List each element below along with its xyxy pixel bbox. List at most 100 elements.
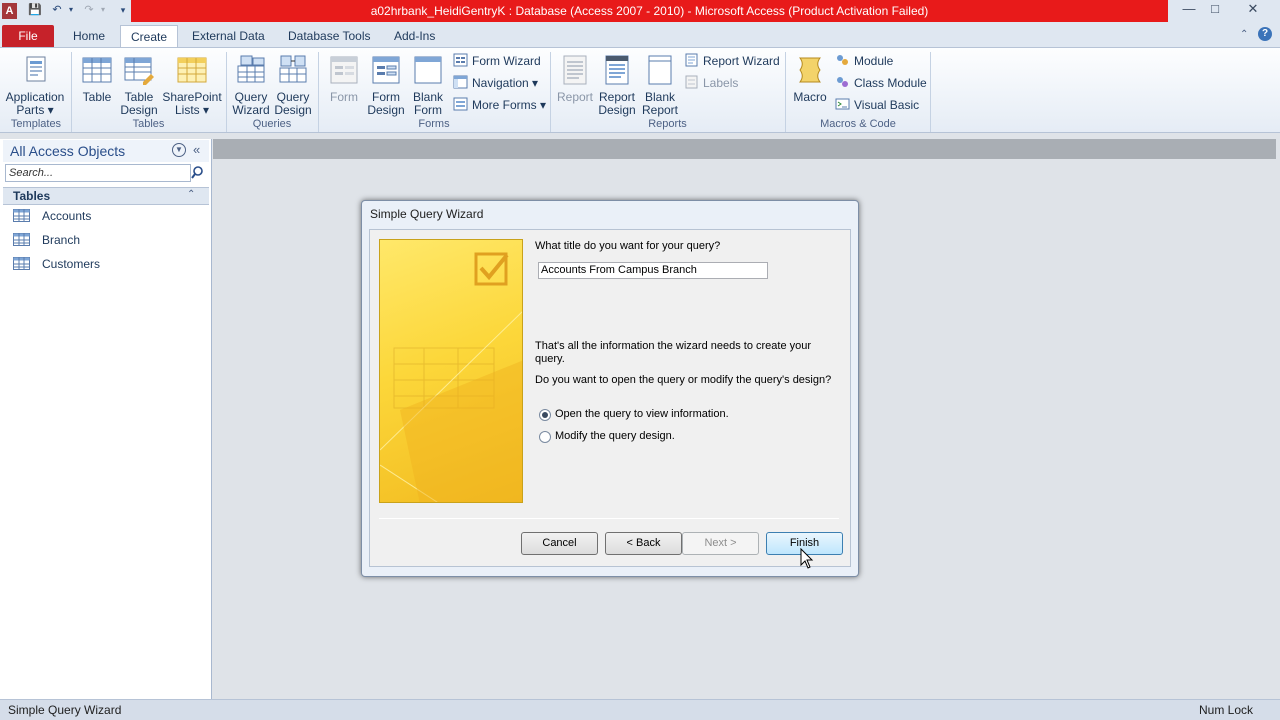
table-design-icon <box>124 57 154 85</box>
navigation-label: Navigation ▾ <box>472 76 539 90</box>
nav-menu-chevron-icon[interactable]: ▼ <box>172 143 186 157</box>
class-module-label: Class Module <box>854 76 927 90</box>
sharepoint-lists-button[interactable]: SharePoint Lists ▾ <box>161 54 223 117</box>
blank-report-button[interactable]: Blank Report <box>639 54 681 117</box>
table-design-button[interactable]: Table Design <box>119 54 159 117</box>
collapse-group-icon[interactable]: ⌃ <box>187 189 195 200</box>
class-module-button[interactable]: Class Module <box>835 73 927 93</box>
report-wizard-button[interactable]: Report Wizard <box>684 51 780 71</box>
module-button[interactable]: Module <box>835 51 893 71</box>
query-design-icon <box>279 55 307 83</box>
form-wizard-label: Form Wizard <box>472 54 541 68</box>
cancel-button[interactable]: Cancel <box>521 532 598 555</box>
maximize-icon[interactable]: □ <box>1202 0 1228 20</box>
blank-form-label-2: Form <box>414 103 442 117</box>
info-text-line-2: query. <box>535 353 565 365</box>
nav-item-branch[interactable]: Branch <box>13 230 80 250</box>
workspace-top-bar <box>213 139 1276 159</box>
nav-item-customers[interactable]: Customers <box>13 254 100 274</box>
form-wizard-button[interactable]: Form Wizard <box>453 51 541 71</box>
access-app-icon[interactable]: A <box>2 3 17 19</box>
report-button: Report <box>555 54 595 104</box>
status-bar <box>0 699 1280 720</box>
table-icon <box>13 209 30 222</box>
table-design-label-2: Design <box>120 103 158 117</box>
form-design-icon <box>372 56 400 84</box>
macro-label: Macro <box>793 90 827 104</box>
navigation-button[interactable]: Navigation ▾ <box>453 73 538 93</box>
query-design-button[interactable]: Query Design <box>273 54 313 117</box>
labels-label: Labels <box>703 76 739 90</box>
group-templates: Templates <box>10 118 62 130</box>
tab-file[interactable]: File <box>2 25 54 47</box>
undo-icon[interactable]: ↶ <box>50 3 64 17</box>
redo-icon: ↷ <box>84 4 94 16</box>
module-icon <box>837 55 848 65</box>
nav-group-tables[interactable]: Tables <box>3 187 209 205</box>
form-design-label-2: Design <box>367 103 405 117</box>
tab-home[interactable]: Home <box>63 25 115 48</box>
application-parts-icon <box>26 56 46 82</box>
tab-create[interactable]: Create <box>120 25 179 48</box>
report-label: Report <box>556 90 594 104</box>
blank-report-icon <box>648 55 672 85</box>
report-design-button[interactable]: Report Design <box>597 54 637 117</box>
minimize-ribbon-icon[interactable]: ⌃ <box>1240 29 1248 40</box>
module-label: Module <box>854 54 894 68</box>
report-wizard-icon <box>685 53 698 67</box>
open-query-radio[interactable] <box>539 409 551 421</box>
modify-design-label[interactable]: Modify the query design. <box>555 430 675 443</box>
mouse-cursor-icon <box>800 548 814 569</box>
more-forms-icon <box>453 97 468 111</box>
undo-dropdown-icon[interactable]: ▾ <box>64 3 78 17</box>
query-wizard-icon <box>237 55 265 83</box>
minimize-icon[interactable]: — <box>1176 0 1202 20</box>
sharepoint-lists-label-2: Lists ▾ <box>174 103 210 117</box>
report-wizard-label: Report Wizard <box>703 54 780 68</box>
tab-external-data[interactable]: External Data <box>182 25 275 48</box>
open-query-label[interactable]: Open the query to view information. <box>555 408 729 421</box>
application-parts-label-2: Parts ▾ <box>16 103 54 117</box>
blank-report-label-2: Report <box>641 103 679 117</box>
more-forms-button[interactable]: More Forms ▾ <box>453 95 546 115</box>
open-or-modify-prompt: Do you want to open the query or modify … <box>535 374 832 386</box>
tab-add-ins[interactable]: Add-Ins <box>384 25 445 48</box>
nav-item-label: Customers <box>42 257 101 271</box>
form-design-button[interactable]: Form Design <box>366 54 406 117</box>
table-icon <box>13 257 30 270</box>
query-design-label-2: Design <box>274 103 312 117</box>
dialog-separator <box>379 518 839 519</box>
help-icon[interactable]: ? <box>1258 27 1272 41</box>
table-button[interactable]: Table <box>79 54 115 104</box>
tab-database-tools[interactable]: Database Tools <box>278 25 381 48</box>
search-icon[interactable] <box>191 165 207 181</box>
close-icon[interactable]: ✕ <box>1240 0 1266 20</box>
back-button[interactable]: < Back <box>605 532 682 555</box>
visual-basic-button[interactable]: Visual Basic <box>835 95 919 115</box>
application-parts-button[interactable]: Application Parts ▾ <box>5 54 65 117</box>
nav-search-input[interactable]: Search... <box>5 164 191 182</box>
table-icon <box>13 233 30 246</box>
blank-form-button[interactable]: Blank Form <box>409 54 447 117</box>
macro-button[interactable]: Macro <box>791 54 829 104</box>
window-title: a02hrbank_HeidiGentryK : Database (Acces… <box>370 4 929 18</box>
labels-icon <box>685 75 698 89</box>
form-wizard-icon <box>453 53 468 67</box>
class-module-icon <box>837 77 848 87</box>
modify-design-radio[interactable] <box>539 431 551 443</box>
title-question: What title do you want for your query? <box>535 240 721 252</box>
form-label: Form <box>330 90 358 104</box>
redo-dropdown-icon: ▾ <box>100 5 105 14</box>
form-icon <box>330 56 358 84</box>
table-label: Table <box>82 90 112 104</box>
shutter-bar-close-icon[interactable]: « <box>193 142 200 157</box>
query-wizard-button[interactable]: Query Wizard <box>231 54 271 117</box>
group-reports: Reports <box>648 118 687 130</box>
navigation-icon <box>453 75 468 89</box>
query-title-input[interactable]: Accounts From Campus Branch <box>538 262 768 279</box>
nav-item-accounts[interactable]: Accounts <box>13 206 91 226</box>
info-text-line-1: That's all the information the wizard ne… <box>535 340 812 352</box>
save-icon[interactable]: 💾 <box>28 3 42 17</box>
nav-item-label: Accounts <box>42 209 92 223</box>
customize-qat-icon[interactable]: ▾ <box>116 3 130 17</box>
